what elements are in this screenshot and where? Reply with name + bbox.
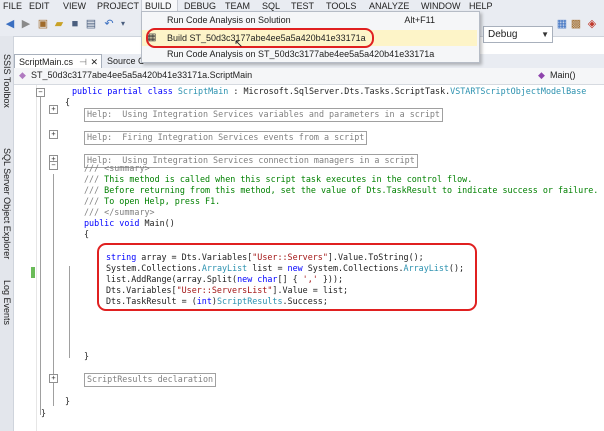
solution-explorer-icon[interactable]: ▦ [556,16,568,32]
class-icon: ◆ [19,70,26,80]
editor-margin [14,85,37,431]
collapsed-region[interactable]: ScriptResults declaration [84,373,217,387]
undo-dropdown-icon[interactable]: ▾ [118,16,128,32]
collapsed-region[interactable]: Help: Firing Integration Services events… [84,131,368,145]
menu-file[interactable]: FILE [3,0,22,12]
new-project-icon[interactable]: ▣ [36,16,50,32]
member-selector-value: Main() [550,70,576,80]
code-highlight-annotation [97,243,477,311]
configuration-select[interactable]: Debug ▼ [483,26,553,43]
code-line-body-open: { [84,229,90,239]
open-folder-icon[interactable]: ▰ [52,16,66,32]
menu-item-run-code-analysis-project[interactable]: Run Code Analysis on ST_50d3c3177abe4ee5… [142,46,477,62]
outline-guide [40,93,41,415]
code-editor[interactable]: − + + + − + public partial class ScriptM… [14,85,604,431]
tab-ssis-toolbox[interactable]: SSIS Toolbox [1,54,12,108]
class-selector[interactable]: ◆ ST_50d3c3177abe4ee5a5a420b41e33171a.Sc… [17,69,327,82]
code-line-main-signature: public void Main() [84,218,175,228]
code-line-body-close: } [84,351,90,361]
chevron-down-icon: ▼ [541,30,549,39]
member-selector[interactable]: ◆ Main() [536,69,598,82]
build-menu-dropdown: Run Code Analysis on Solution Alt+F11 ▦ … [141,11,480,63]
save-all-icon[interactable]: ▤ [84,16,98,32]
menu-item-run-code-analysis-solution[interactable]: Run Code Analysis on Solution Alt+F11 [142,12,477,28]
tab-log-events[interactable]: Log Events [1,280,12,325]
menu-edit[interactable]: EDIT [29,0,50,12]
expand-icon[interactable]: + [49,130,58,139]
left-tool-strip: SSIS Toolbox SQL Server Object Explorer … [0,36,14,431]
menu-highlight-annotation [146,28,374,48]
code-line-namespace-close: } [41,408,47,418]
code-line-doc-summary: /// <summary> [84,163,150,173]
code-line-brace: { [65,97,71,107]
tab-scriptmain-cs[interactable]: ScriptMain.cs ⊣ ✕ [14,54,102,68]
forward-icon[interactable]: ▶ [19,16,33,32]
outline-guide [69,266,70,358]
find-icon[interactable]: ◈ [585,16,599,32]
code-line-class-decl: public partial class ScriptMain : Micros… [72,86,587,96]
code-line-doc-summary-close: /// </summary> [84,207,155,217]
code-line-doc-3: /// To open Help, press F1. [84,196,221,206]
menu-project[interactable]: PROJECT [97,0,139,12]
configuration-value: Debug [488,29,518,40]
navigation-bar: ◆ ST_50d3c3177abe4ee5a5a420b41e33171a.Sc… [14,68,604,85]
back-icon[interactable]: ◀ [3,16,17,32]
tab-sql-server-object-explorer[interactable]: SQL Server Object Explorer [1,148,12,259]
tab-label: Source C [107,56,145,66]
code-line-doc-2: /// Before returning from this method, s… [84,185,599,195]
change-marker [31,267,35,278]
collapse-icon[interactable]: − [49,161,58,170]
save-icon[interactable]: ■ [68,16,82,32]
code-line-doc-1: /// This method is called when this scri… [84,174,473,184]
close-icon[interactable]: ✕ [90,55,98,69]
class-selector-value: ST_50d3c3177abe4ee5a5a420b41e33171a.Scri… [31,70,253,80]
expand-icon[interactable]: + [49,374,58,383]
tab-label: ScriptMain.cs [19,57,74,67]
undo-icon[interactable]: ↶ [102,16,116,32]
mouse-cursor-icon: ↖ [234,38,244,50]
method-icon: ◆ [538,70,545,80]
collapse-icon[interactable]: − [36,88,45,97]
collapsed-region[interactable]: Help: Using Integration Services variabl… [84,108,443,122]
expand-icon[interactable]: + [49,105,58,114]
outline-guide [53,174,54,406]
menu-view[interactable]: VIEW [63,0,86,12]
pin-icon[interactable]: ⊣ [79,55,87,69]
code-line-class-close: } [65,396,71,406]
properties-icon[interactable]: ▩ [570,16,582,32]
